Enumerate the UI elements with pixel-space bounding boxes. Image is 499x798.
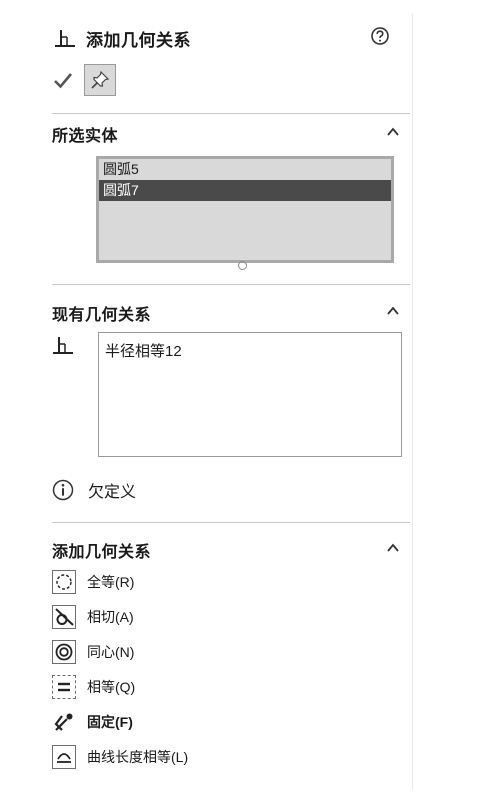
resize-handle[interactable]	[238, 261, 247, 270]
checkmark-icon[interactable]	[52, 69, 74, 91]
existing-relations-title: 现有几何关系	[52, 305, 152, 324]
add-relation-concentric[interactable]: 同心(N)	[52, 640, 134, 664]
list-item[interactable]: 圆弧5	[99, 159, 391, 180]
add-relation-equal[interactable]: 相等(Q)	[52, 675, 135, 699]
pushpin-icon	[91, 70, 110, 89]
relation-label: 相等(Q)	[87, 679, 136, 695]
list-item-selected[interactable]: 圆弧7	[99, 180, 391, 201]
definition-status: 欠定义	[88, 482, 137, 501]
status-row: 欠定义	[52, 478, 136, 502]
section-divider	[52, 113, 410, 114]
equal-icon[interactable]	[52, 675, 76, 699]
pin-button[interactable]	[84, 64, 116, 96]
section-divider	[52, 522, 410, 523]
tangent-icon[interactable]	[52, 605, 76, 629]
chevron-up-icon[interactable]	[385, 303, 401, 319]
section-divider	[52, 284, 410, 285]
relation-icon	[53, 337, 73, 354]
chevron-up-icon[interactable]	[385, 540, 401, 556]
relation-item[interactable]: 半径相等12	[99, 333, 401, 361]
equal-curve-length-icon[interactable]	[52, 745, 76, 769]
relation-label: 曲线长度相等(L)	[87, 749, 189, 765]
chevron-up-icon[interactable]	[385, 124, 401, 140]
relation-icon	[55, 29, 75, 47]
coradial-icon[interactable]	[52, 570, 76, 594]
add-relation-tangent[interactable]: 相切(A)	[52, 605, 134, 629]
selected-entities-title: 所选实体	[52, 126, 119, 145]
concentric-icon[interactable]	[52, 640, 76, 664]
relation-label: 全等(R)	[87, 574, 135, 590]
relation-label: 固定(F)	[87, 714, 133, 730]
relation-label: 同心(N)	[87, 644, 135, 660]
add-relations-title: 添加几何关系	[52, 542, 152, 561]
fix-icon[interactable]	[52, 710, 76, 734]
panel-title: 添加几何关系	[86, 31, 191, 51]
add-relation-fix[interactable]: 固定(F)	[52, 710, 133, 734]
add-relation-equal-curve-length[interactable]: 曲线长度相等(L)	[52, 745, 188, 769]
question-circle-icon[interactable]	[370, 26, 390, 46]
property-manager-panel: 添加几何关系 所选实体 圆弧5 圆弧7 现有几何关系 半径相等12 欠定义 添加…	[40, 14, 413, 790]
relation-label: 相切(A)	[87, 609, 134, 625]
selected-entities-list[interactable]: 圆弧5 圆弧7	[96, 156, 394, 263]
info-icon	[52, 479, 74, 501]
add-relation-coradial[interactable]: 全等(R)	[52, 570, 134, 594]
existing-relations-list[interactable]: 半径相等12	[98, 332, 402, 457]
panel-header: 添加几何关系	[54, 26, 191, 51]
action-bar	[52, 64, 116, 96]
